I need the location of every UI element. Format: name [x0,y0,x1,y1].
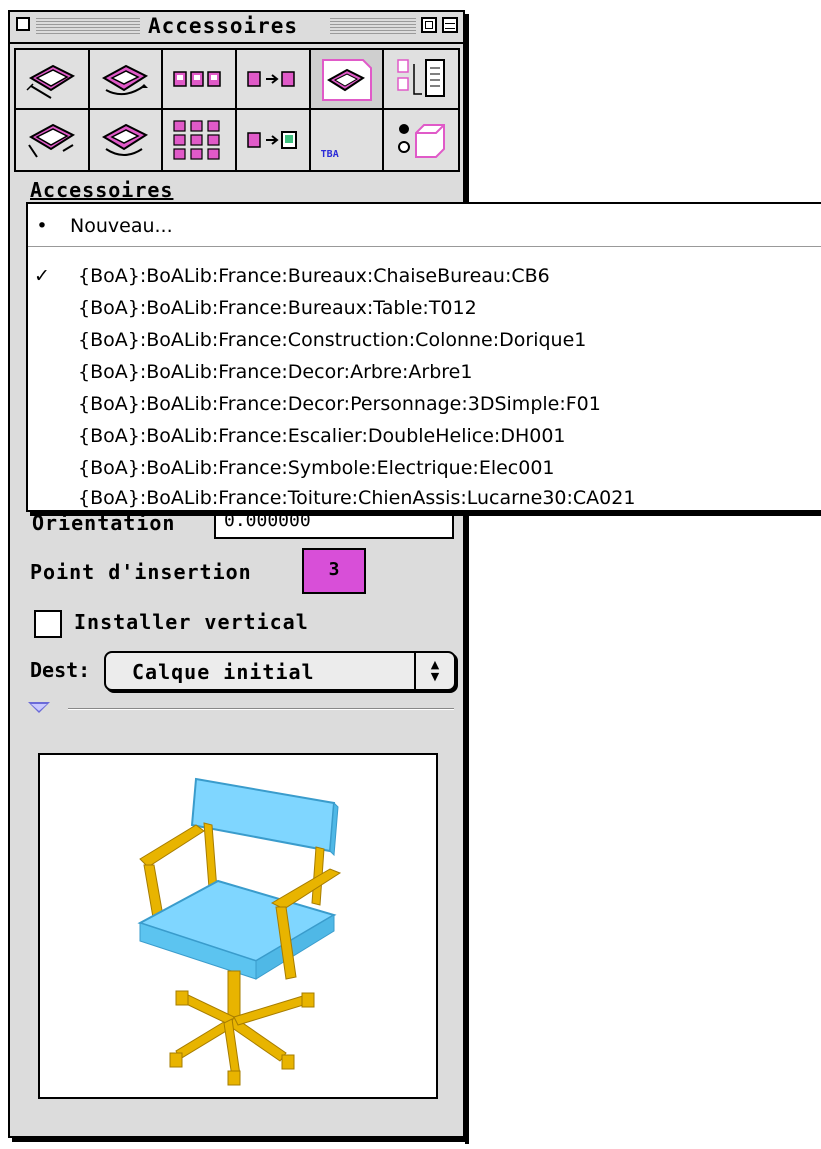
install-vertical-label: Installer vertical [74,610,309,634]
insertion-point-selector[interactable]: 3 [302,548,366,594]
menu-item-library[interactable]: {BoA}:BoALib:France:Symbole:Electrique:E… [28,452,818,484]
preview-pane [38,753,438,1099]
palette-titlebar[interactable]: Accessoires [10,12,463,44]
object-on-page-icon [322,59,373,101]
divider [68,708,454,710]
office-chair-icon [137,777,342,1086]
bullet-icon: • [36,215,48,237]
wall-object-alt-icon [27,123,75,158]
palette-shadow [465,14,469,1144]
object-row-icon [173,71,221,87]
menu-item-library[interactable]: {BoA}:BoALib:France:Decor:Personnage:3DS… [28,388,818,420]
close-box-icon[interactable] [16,17,30,31]
menu-item-label: {BoA}:BoALib:France:Construction:Colonne… [78,329,587,351]
tba-icon: TBA [320,149,339,160]
menu-item-library[interactable]: ✓ {BoA}:BoALib:France:Bureaux:ChaiseBure… [28,260,818,292]
menu-item-library[interactable]: {BoA}:BoALib:France:Decor:Arbre:Arbre1 [28,356,818,388]
rotate-object-alt-icon [102,123,149,156]
tool-object-list[interactable] [384,50,458,110]
insertion-point-label: Point d'insertion [30,560,252,584]
object-to-object-icon [247,71,295,87]
menu-item-label: {BoA}:BoALib:France:Decor:Personnage:3DS… [78,393,601,415]
title-stripes [330,18,416,34]
dest-label: Dest: [30,658,91,682]
tool-rotate-object[interactable] [89,50,164,110]
menu-item-label: {BoA}:BoALib:France:Decor:Arbre:Arbre1 [78,361,473,383]
menu-item-label: Nouveau... [70,215,173,237]
collapse-box-icon[interactable] [442,17,458,33]
zoom-box-icon[interactable] [421,17,437,33]
dest-popup[interactable]: Calque initial ▲ ▼ [104,651,456,691]
object-cube-icon [398,124,446,158]
tool-tba[interactable]: TBA [310,110,385,170]
menu-item-library[interactable]: {BoA}:BoALib:France:Construction:Colonne… [28,324,818,356]
accessory-library-menu: • Nouveau... ✓ {BoA}:BoALib:France:Burea… [26,202,821,512]
rotate-object-icon [102,64,149,96]
tool-object-on-page[interactable] [310,50,385,110]
palette-title: Accessoires [140,14,307,38]
menu-item-label: {BoA}:BoALib:France:Escalier:DoubleHelic… [78,425,566,447]
tool-object-grid[interactable] [163,110,237,170]
tool-object-cube[interactable] [384,110,458,170]
menu-item-label: {BoA}:BoALib:France:Symbole:Electrique:E… [78,457,555,479]
tool-grid: TBA [14,48,460,172]
menu-item-nouveau[interactable]: • Nouveau... [28,210,818,242]
title-stripes [36,18,142,34]
tool-object-to-image[interactable] [236,110,311,170]
wall-object-icon [26,64,75,99]
tool-object-row[interactable] [163,50,237,110]
menu-item-library[interactable]: {BoA}:BoALib:France:Toiture:ChienAssis:L… [28,482,818,514]
section-label: Accessoires [30,178,174,202]
palette-shadow [12,1138,469,1142]
object-grid-icon [173,120,220,160]
menu-item-label: {BoA}:BoALib:France:Bureaux:Table:T012 [78,297,477,319]
dest-value: Calque initial [132,660,315,684]
tool-object-to-object[interactable] [236,50,311,110]
object-list-icon [397,59,446,97]
object-to-image-icon [247,131,297,149]
menu-item-label: {BoA}:BoALib:France:Bureaux:ChaiseBureau… [78,265,550,287]
tool-rotate-object-alt[interactable] [89,110,164,170]
tool-wall-object[interactable] [16,50,90,110]
menu-item-library[interactable]: {BoA}:BoALib:France:Escalier:DoubleHelic… [28,420,818,452]
install-vertical-checkbox[interactable] [34,610,62,638]
updown-arrows-icon: ▲ ▼ [414,653,454,689]
orientation-label: Orientation [32,511,176,531]
disclosure-triangle-highlight [31,704,47,711]
tool-wall-object-alt[interactable] [16,110,90,170]
menu-item-library[interactable]: {BoA}:BoALib:France:Bureaux:Table:T012 [28,292,818,324]
accessoires-palette: Accessoires TBA Accessoires Orientation … [8,10,465,1138]
menu-item-label: {BoA}:BoALib:France:Toiture:ChienAssis:L… [78,487,636,509]
menu-divider [28,246,821,247]
checkmark-icon: ✓ [34,265,50,287]
